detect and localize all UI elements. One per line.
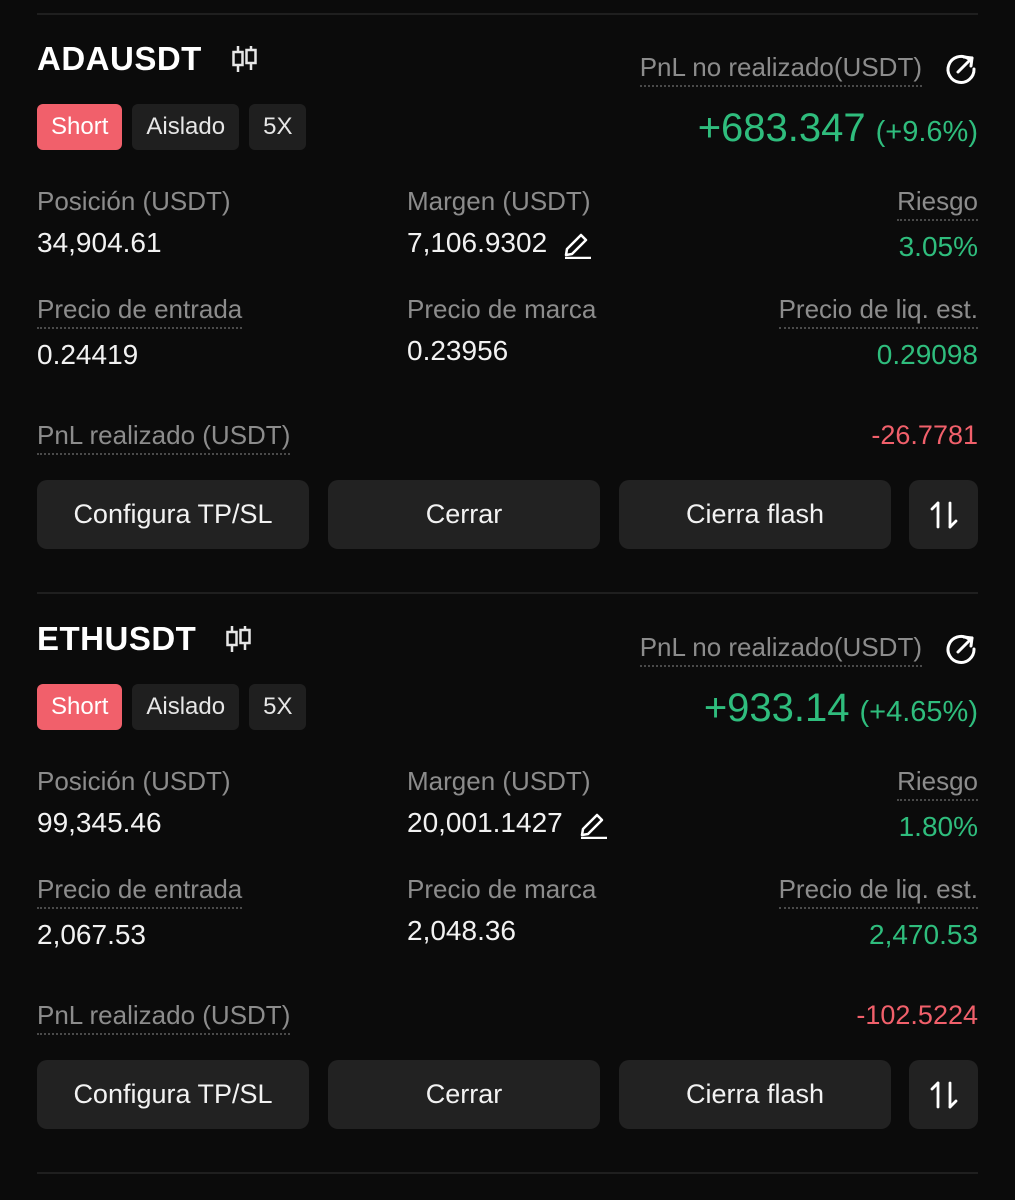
margin-label: Margen (USDT)	[407, 766, 591, 796]
position-size-field: Posición (USDT) 99,345.46	[37, 766, 231, 839]
symbol-row: ETHUSDT	[37, 620, 252, 658]
entry-price-label[interactable]: Precio de entrada	[37, 294, 243, 329]
realized-pnl-value: -26.7781	[871, 420, 978, 450]
liq-price-value: 0.29098	[876, 339, 978, 370]
position-size-label: Posición (USDT)	[37, 766, 231, 796]
unrealized-pnl-percent: (+9.6%)	[875, 116, 978, 148]
margin-value-row: 7,106.9302	[407, 227, 593, 259]
leverage-badge[interactable]: 5X	[249, 684, 307, 730]
margin-label: Margen (USDT)	[407, 186, 591, 216]
risk-label[interactable]: Riesgo	[897, 186, 978, 221]
edit-margin-icon[interactable]	[577, 807, 609, 839]
margin-field: Margen (USDT) 7,106.9302	[407, 186, 593, 259]
entry-price-field: Precio de entrada 2,067.53	[37, 874, 243, 951]
symbol-name[interactable]: ETHUSDT	[37, 620, 196, 658]
tpsl-button[interactable]: Configura TP/SL	[37, 1060, 309, 1129]
margin-value-row: 20,001.1427	[407, 807, 609, 839]
liq-price-field: Precio de liq. est. 2,470.53	[778, 874, 978, 951]
candlestick-chart-icon[interactable]	[230, 44, 258, 74]
position-size-field: Posición (USDT) 34,904.61	[37, 186, 231, 259]
unrealized-pnl-percent: (+4.65%)	[859, 696, 978, 728]
position-size-value: 34,904.61	[37, 227, 162, 258]
position-tags: Short Aislado 5X	[37, 684, 307, 730]
close-button[interactable]: Cerrar	[328, 1060, 600, 1129]
entry-price-label[interactable]: Precio de entrada	[37, 874, 243, 909]
risk-value: 3.05%	[898, 231, 978, 262]
liq-price-label[interactable]: Precio de liq. est.	[778, 874, 978, 909]
mark-price-value: 2,048.36	[407, 915, 516, 946]
liq-price-field: Precio de liq. est. 0.29098	[778, 294, 978, 371]
symbol-row: ADAUSDT	[37, 40, 258, 78]
side-badge: Short	[37, 104, 123, 150]
entry-price-field: Precio de entrada 0.24419	[37, 294, 243, 371]
risk-field: Riesgo 1.80%	[897, 766, 978, 843]
reverse-position-button[interactable]	[909, 1060, 978, 1129]
entry-price-value: 0.24419	[37, 339, 139, 370]
flash-close-button[interactable]: Cierra flash	[619, 480, 891, 549]
realized-pnl-label[interactable]: PnL realizado (USDT)	[37, 1000, 291, 1035]
risk-field: Riesgo 3.05%	[897, 186, 978, 263]
position-card-adausdt: ADAUSDT Short Aislado 5X PnL no realizad…	[37, 0, 978, 560]
position-size-label: Posición (USDT)	[37, 186, 231, 216]
reverse-position-button[interactable]	[909, 480, 978, 549]
unrealized-pnl-value: +933.14 (+4.65%)	[704, 686, 978, 731]
candlestick-chart-icon[interactable]	[224, 624, 252, 654]
risk-label[interactable]: Riesgo	[897, 766, 978, 801]
mark-price-label: Precio de marca	[407, 874, 597, 904]
side-badge: Short	[37, 684, 123, 730]
reverse-position-icon	[930, 501, 957, 528]
liq-price-value: 2,470.53	[869, 919, 978, 950]
unrealized-pnl-amount: +933.14	[703, 686, 850, 730]
entry-price-value: 2,067.53	[37, 919, 146, 950]
reverse-position-icon	[930, 1081, 957, 1108]
mark-price-label: Precio de marca	[407, 294, 597, 324]
margin-value: 7,106.9302	[407, 227, 548, 258]
edit-margin-icon[interactable]	[561, 227, 593, 259]
flash-close-button[interactable]: Cierra flash	[619, 1060, 891, 1129]
position-card-ethusdt: ETHUSDT Short Aislado 5X PnL no realizad…	[37, 580, 978, 1140]
position-size-value: 99,345.46	[37, 807, 162, 838]
share-icon[interactable]	[944, 632, 978, 666]
mark-price-value: 0.23956	[407, 335, 509, 366]
close-button[interactable]: Cerrar	[328, 480, 600, 549]
unrealized-pnl-label[interactable]: PnL no realizado(USDT)	[639, 52, 922, 87]
liq-price-label[interactable]: Precio de liq. est.	[778, 294, 978, 329]
mark-price-field: Precio de marca 2,048.36	[407, 874, 596, 947]
risk-value: 1.80%	[898, 811, 978, 842]
bottom-divider	[37, 1172, 978, 1174]
symbol-name[interactable]: ADAUSDT	[37, 40, 202, 78]
leverage-badge[interactable]: 5X	[249, 104, 307, 150]
realized-pnl-label[interactable]: PnL realizado (USDT)	[37, 420, 291, 455]
share-icon[interactable]	[944, 52, 978, 86]
unrealized-pnl-value: +683.347 (+9.6%)	[698, 106, 978, 151]
margin-mode-badge[interactable]: Aislado	[132, 684, 240, 730]
margin-value: 20,001.1427	[407, 807, 563, 838]
unrealized-pnl-label[interactable]: PnL no realizado(USDT)	[639, 632, 922, 667]
mark-price-field: Precio de marca 0.23956	[407, 294, 596, 367]
margin-mode-badge[interactable]: Aislado	[132, 104, 240, 150]
unrealized-pnl-amount: +683.347	[697, 106, 866, 150]
position-tags: Short Aislado 5X	[37, 104, 307, 150]
margin-field: Margen (USDT) 20,001.1427	[407, 766, 609, 839]
realized-pnl-value: -102.5224	[856, 1000, 978, 1030]
tpsl-button[interactable]: Configura TP/SL	[37, 480, 309, 549]
